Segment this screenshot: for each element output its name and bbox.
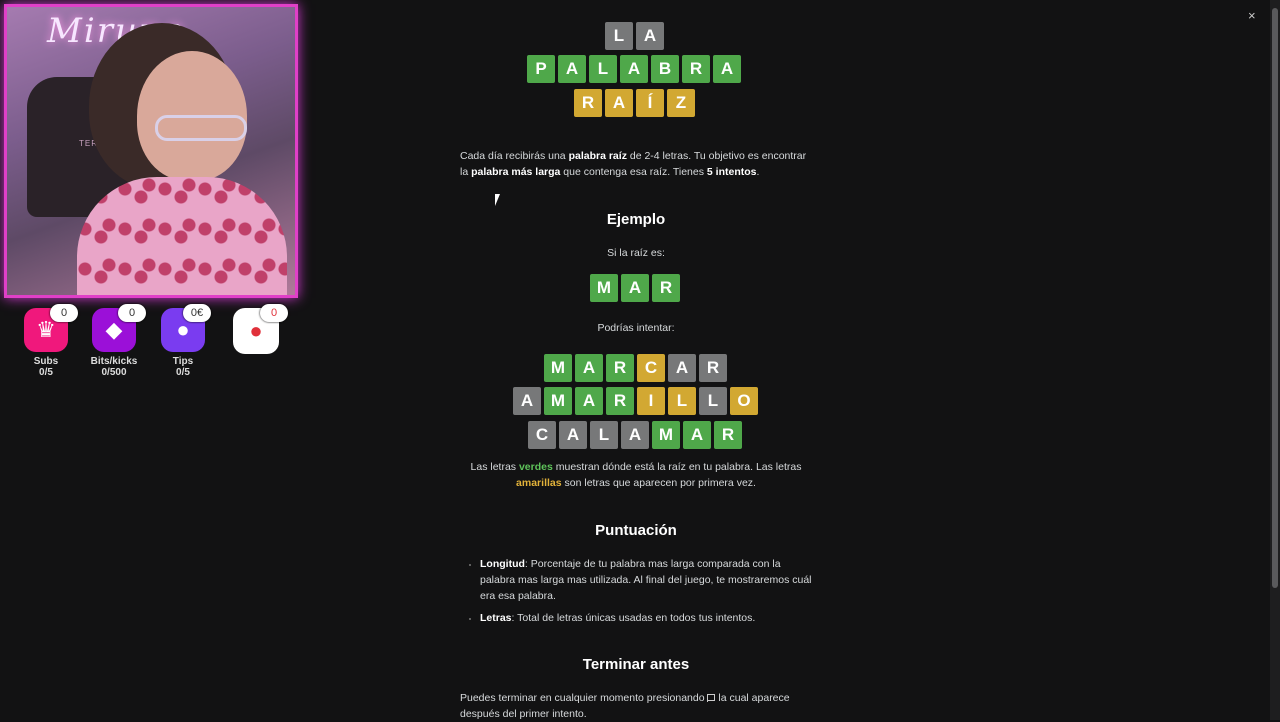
scoring-item-length: Longitud: Porcentaje de tu palabra mas l… — [480, 556, 812, 604]
scrollbar[interactable] — [1270, 0, 1280, 720]
stat-bits: ◆ 0 Bits/kicks 0/500 — [84, 304, 146, 378]
letter-tile: A — [621, 421, 649, 449]
color-explanation: Las letras verdes muestran dónde está la… — [460, 459, 812, 491]
finish-paragraph: Puedes terminar en cualquier momento pre… — [460, 690, 812, 722]
mouse-cursor-icon — [495, 194, 500, 206]
length-title: Longitud — [480, 558, 525, 570]
letter-tile: B — [651, 55, 679, 83]
finish-heading: Terminar antes — [582, 656, 690, 673]
stat-bomb: ● 0 — [226, 304, 288, 354]
bits-badge: 0 — [118, 304, 146, 322]
letter-tile: A — [621, 274, 649, 302]
intro-bold-longest: palabra más larga — [471, 166, 561, 178]
example-root-tiles: MAR — [590, 274, 680, 302]
scrollbar-thumb[interactable] — [1272, 8, 1278, 588]
letter-tile: R — [606, 387, 634, 415]
example-word-amarillo: AMARILLO — [513, 387, 758, 415]
letter-tile: M — [590, 274, 618, 302]
letter-tile: R — [652, 274, 680, 302]
letter-tile: R — [606, 354, 634, 382]
length-text: : Porcentaje de tu palabra mas larga com… — [480, 558, 812, 602]
stat-subs: ♛ 0 Subs 0/5 — [16, 304, 78, 378]
scoring-item-letters: Letras: Total de letras únicas usadas en… — [480, 610, 812, 626]
title-row-la: LA — [605, 22, 664, 50]
letter-tile: A — [575, 387, 603, 415]
letter-tile: L — [589, 55, 617, 83]
subs-badge: 0 — [50, 304, 78, 322]
letter-tile: A — [683, 421, 711, 449]
example-word-marcar: MARCAR — [544, 354, 727, 382]
chair-logo: TERCET LAB — [79, 139, 139, 148]
letter-tile: A — [513, 387, 541, 415]
subs-label: Subs — [33, 356, 59, 367]
letter-tile: A — [559, 421, 587, 449]
flag-icon — [707, 694, 716, 702]
bits-value: 0/500 — [101, 367, 127, 378]
scoring-list: Longitud: Porcentaje de tu palabra mas l… — [460, 556, 812, 632]
intro-paragraph: Cada día recibirás una palabra raíz de 2… — [460, 148, 812, 180]
letter-tile: R — [714, 421, 742, 449]
explain-text-1: Las letras — [470, 461, 519, 473]
letter-tile: A — [575, 354, 603, 382]
letter-tile: M — [544, 354, 572, 382]
letter-tile: L — [668, 387, 696, 415]
letter-tile: R — [699, 354, 727, 382]
close-button[interactable]: × — [1248, 8, 1256, 23]
root-label: Si la raíz es: — [607, 247, 665, 259]
letter-tile: M — [544, 387, 572, 415]
letter-tile: C — [528, 421, 556, 449]
letter-tile: A — [605, 89, 633, 117]
explain-text-2: muestran dónde está la raíz en tu palabr… — [552, 461, 802, 473]
letter-tile: L — [699, 387, 727, 415]
glasses — [155, 115, 247, 141]
tips-label: Tips — [172, 356, 194, 367]
letter-tile: C — [637, 354, 665, 382]
letter-tile: L — [605, 22, 633, 50]
letter-tile: P — [527, 55, 555, 83]
letter-tile: M — [652, 421, 680, 449]
letter-tile: L — [590, 421, 618, 449]
letter-tile: I — [637, 387, 665, 415]
bomb-badge: 0 — [260, 304, 288, 322]
letter-tile: A — [558, 55, 586, 83]
title-row-raiz: RAÍZ — [574, 89, 695, 117]
stat-tips: ● 0€ Tips 0/5 — [153, 304, 213, 378]
intro-bold-root: palabra raíz — [568, 150, 627, 162]
letter-tile: R — [682, 55, 710, 83]
yellow-word: amarillas — [516, 477, 562, 489]
finish-text-1: Puedes terminar en cualquier momento pre… — [460, 692, 708, 704]
letter-tile: Í — [636, 89, 664, 117]
letter-tile: R — [574, 89, 602, 117]
tips-value: 0/5 — [176, 367, 190, 378]
webcam-feed: Mirune TERCET LAB — [4, 4, 298, 298]
letter-tile: A — [620, 55, 648, 83]
letter-tile: A — [636, 22, 664, 50]
subs-value: 0/5 — [39, 367, 53, 378]
intro-bold-attempts: 5 intentos — [706, 166, 757, 178]
letter-tile: A — [668, 354, 696, 382]
intro-text-1: Cada día recibirás una — [460, 150, 569, 162]
example-word-calamar: CALAMAR — [528, 421, 742, 449]
example-heading: Ejemplo — [606, 211, 666, 228]
green-word: verdes — [518, 461, 553, 473]
letters-title: Letras — [480, 612, 512, 624]
letter-tile: Z — [667, 89, 695, 117]
tips-badge: 0€ — [183, 304, 211, 322]
streamer-body — [77, 177, 287, 295]
title-row-palabra: PALABRA — [527, 55, 741, 83]
letter-tile: O — [730, 387, 758, 415]
intro-text-4: . — [756, 166, 760, 178]
neon-sign: Mirune — [47, 11, 185, 51]
letter-tile: A — [713, 55, 741, 83]
bits-label: Bits/kicks — [90, 356, 138, 367]
letters-text: : Total de letras únicas usadas en todos… — [511, 612, 756, 624]
intro-text-3: que contenga esa raíz. Tienes — [560, 166, 707, 178]
scoring-heading: Puntuación — [595, 522, 677, 539]
explain-text-3: son letras que aparecen por primera vez. — [561, 477, 756, 489]
try-label: Podrías intentar: — [597, 322, 675, 334]
